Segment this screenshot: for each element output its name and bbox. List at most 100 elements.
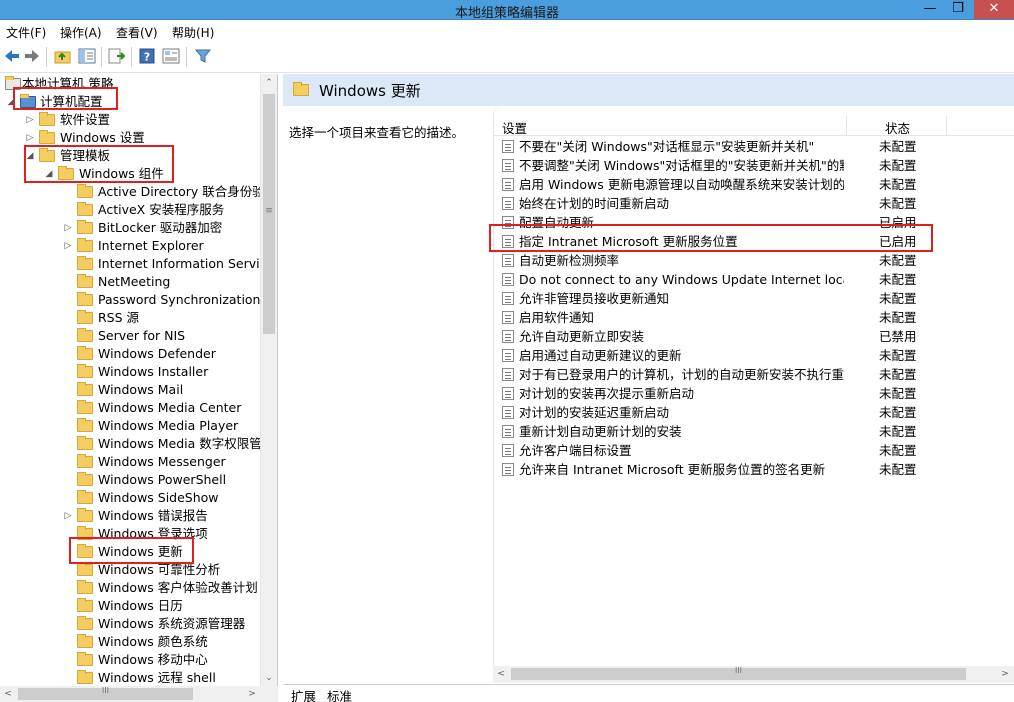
tree-item[interactable]: ▷ Windows 设置 — [0, 129, 260, 147]
policy-row[interactable]: 允许自动更新立即安装 已禁用 — [494, 327, 1014, 346]
tree-item[interactable]: ▷ BitLocker 驱动器加密 — [0, 219, 260, 237]
column-header-state[interactable]: 状态 — [885, 118, 910, 137]
help-icon[interactable]: ? — [138, 47, 156, 65]
tree-item[interactable]: ▷ Windows 错误报告 — [0, 507, 260, 525]
tree-item[interactable]: Windows Mail — [0, 381, 260, 399]
menu-help[interactable]: 帮助(H) — [172, 24, 214, 41]
expand-arrow-icon[interactable]: ▷ — [63, 219, 73, 237]
tree-item[interactable]: ▷ Internet Explorer — [0, 237, 260, 255]
collapse-arrow-icon[interactable]: ◢ — [25, 147, 35, 165]
policy-row[interactable]: 指定 Intranet Microsoft 更新服务位置 已启用 — [494, 232, 1014, 251]
tree-item-label: 计算机配置 — [40, 94, 103, 109]
tree-item[interactable]: Windows 更新 — [0, 543, 260, 561]
tree-item[interactable]: NetMeeting — [0, 273, 260, 291]
tab-standard[interactable]: 标准 — [327, 686, 352, 702]
description-area: 选择一个项目来查看它的描述。 — [283, 106, 493, 666]
maximize-button[interactable]: ❐ — [944, 0, 972, 19]
scroll-right-icon[interactable]: > — [997, 666, 1013, 682]
policy-row[interactable]: 允许客户端目标设置 未配置 — [494, 441, 1014, 460]
list-hscroll-thumb[interactable]: III — [511, 666, 966, 680]
tree-item[interactable]: 本地计算机 策略 — [0, 75, 260, 93]
scroll-left-icon[interactable]: < — [493, 666, 509, 682]
policy-row[interactable]: 不要调整"关闭 Windows"对话框里的"安装更新并关机"的默... 未配置 — [494, 156, 1014, 175]
export-list-icon[interactable] — [108, 47, 126, 65]
column-divider[interactable] — [946, 116, 947, 135]
tree-item[interactable]: Windows Media Center — [0, 399, 260, 417]
tree-item[interactable]: Windows 可靠性分析 — [0, 561, 260, 579]
tree-item[interactable]: ActiveX 安装程序服务 — [0, 201, 260, 219]
policy-row[interactable]: 自动更新检测频率 未配置 — [494, 251, 1014, 270]
policy-row[interactable]: Do not connect to any Windows Update Int… — [494, 270, 1014, 289]
show-hide-tree-icon[interactable] — [78, 47, 96, 65]
tree-item[interactable]: RSS 源 — [0, 309, 260, 327]
minimize-button[interactable]: — — [916, 0, 944, 19]
policy-row[interactable]: 允许非管理员接收更新通知 未配置 — [494, 289, 1014, 308]
properties-icon[interactable] — [162, 47, 180, 65]
tree-item-label: 本地计算机 策略 — [22, 76, 114, 91]
menu-view[interactable]: 查看(V) — [116, 24, 158, 41]
tree-item[interactable]: ◢ 管理模板 — [0, 147, 260, 165]
tree-item[interactable]: Windows 系统资源管理器 — [0, 615, 260, 633]
expand-arrow-icon[interactable]: ▷ — [63, 237, 73, 255]
policy-row[interactable]: 启用 Windows 更新电源管理以自动唤醒系统来安装计划的... 未配置 — [494, 175, 1014, 194]
tree-item[interactable]: Windows 日历 — [0, 597, 260, 615]
tree-item[interactable]: Active Directory 联合身份验证 — [0, 183, 277, 201]
close-button[interactable]: ✕ — [974, 0, 1014, 19]
tree-item[interactable]: Password Synchronization — [0, 291, 260, 309]
policy-row[interactable]: 启用软件通知 未配置 — [494, 308, 1014, 327]
tab-extended[interactable]: 扩展 — [291, 686, 316, 702]
tree-item[interactable]: Windows Installer — [0, 363, 260, 381]
tree-scroll-thumb[interactable]: ≡ — [263, 94, 275, 334]
tree-hscroll-thumb[interactable]: III — [18, 686, 193, 700]
policy-row[interactable]: 配置自动更新 已启用 — [494, 213, 1014, 232]
forward-arrow-icon[interactable] — [23, 47, 41, 65]
menu-file[interactable]: 文件(F) — [6, 24, 46, 41]
column-header-setting[interactable]: 设置 — [502, 118, 527, 137]
expand-arrow-icon[interactable]: ▷ — [25, 111, 35, 129]
tree-item[interactable]: Windows Media 数字权限管理 — [0, 435, 274, 453]
scroll-down-icon[interactable]: ⌄ — [261, 670, 277, 686]
tree-item[interactable]: Windows 移动中心 — [0, 651, 260, 669]
tree-item[interactable]: ◢ Windows 组件 — [0, 165, 260, 183]
menu-action[interactable]: 操作(A) — [60, 24, 102, 41]
scroll-left-icon[interactable]: < — [0, 686, 16, 702]
scroll-up-icon[interactable]: ⌃ — [261, 75, 277, 91]
tree-item-label: Windows PowerShell — [98, 472, 227, 487]
tree-pane[interactable]: 本地计算机 策略 ◢ 计算机配置 ▷ 软件设置 ▷ Windows 设置 ◢ 管理模板 ◢ Wind… — [0, 74, 278, 702]
title-bar[interactable]: 本地组策略编辑器 — ❐ ✕ — [0, 0, 1014, 21]
folder-up-icon[interactable] — [54, 47, 72, 65]
back-arrow-icon[interactable] — [3, 47, 21, 65]
tree-horizontal-scrollbar[interactable]: < III > — [0, 686, 278, 702]
policy-row[interactable]: 允许来自 Intranet Microsoft 更新服务位置的签名更新 未配置 — [494, 460, 1014, 479]
scroll-right-icon[interactable]: > — [244, 686, 260, 702]
tree-item[interactable]: Server for NIS — [0, 327, 260, 345]
filter-icon[interactable] — [194, 47, 212, 65]
tree-item[interactable]: Windows 远程 shell — [0, 669, 260, 687]
tree-item[interactable]: Windows 登录选项 — [0, 525, 260, 543]
policy-row[interactable]: 不要在"关闭 Windows"对话框显示"安装更新并关机" 未配置 — [494, 137, 1014, 156]
tree-item[interactable]: Windows 客户体验改善计划 — [0, 579, 260, 597]
tree-item[interactable]: Windows SideShow — [0, 489, 260, 507]
list-horizontal-scrollbar[interactable]: < III > — [493, 666, 1014, 683]
collapse-arrow-icon[interactable]: ◢ — [44, 165, 54, 183]
policy-row[interactable]: 对于有已登录用户的计算机，计划的自动更新安装不执行重... 未配置 — [494, 365, 1014, 384]
settings-list[interactable]: 设置 状态 不要在"关闭 Windows"对话框显示"安装更新并关机" 未配置 不要… — [493, 106, 1014, 666]
tree-item[interactable]: Windows Messenger — [0, 453, 260, 471]
policy-row[interactable]: 重新计划自动更新计划的安装 未配置 — [494, 422, 1014, 441]
tree-vertical-scrollbar[interactable]: ⌃ ≡ ⌄ — [260, 74, 277, 687]
policy-row[interactable]: 对计划的安装延迟重新启动 未配置 — [494, 403, 1014, 422]
tree-item[interactable]: Windows 颜色系统 — [0, 633, 260, 651]
collapse-arrow-icon[interactable]: ◢ — [6, 93, 16, 111]
tree-item[interactable]: Windows Media Player — [0, 417, 260, 435]
column-divider[interactable] — [846, 116, 847, 135]
tree-item[interactable]: ◢ 计算机配置 — [0, 93, 260, 111]
expand-arrow-icon[interactable]: ▷ — [63, 507, 73, 525]
tree-item[interactable]: ▷ 软件设置 — [0, 111, 260, 129]
expand-arrow-icon[interactable]: ▷ — [25, 129, 35, 147]
policy-row[interactable]: 对计划的安装再次提示重新启动 未配置 — [494, 384, 1014, 403]
tree-item[interactable]: Windows Defender — [0, 345, 260, 363]
tree-item[interactable]: Windows PowerShell — [0, 471, 260, 489]
tree-item[interactable]: Internet Information Service — [0, 255, 274, 273]
policy-row[interactable]: 始终在计划的时间重新启动 未配置 — [494, 194, 1014, 213]
policy-row[interactable]: 启用通过自动更新建议的更新 未配置 — [494, 346, 1014, 365]
